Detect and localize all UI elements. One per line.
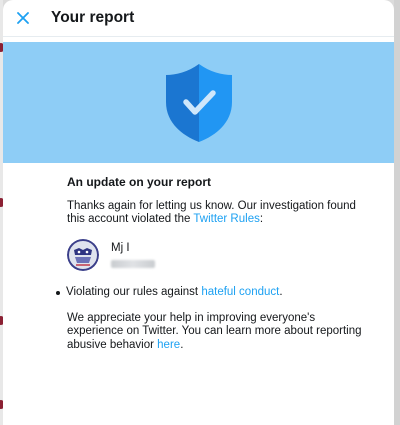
here-link[interactable]: here [157, 339, 180, 351]
closing-end: . [180, 338, 184, 351]
report-dialog: Your report An update on your report Tha… [3, 0, 394, 425]
violation-item: Violating our rules against hateful cond… [56, 286, 356, 300]
reported-account: Mj I [67, 238, 394, 273]
account-info: Mj I [111, 239, 155, 273]
twitter-rules-link[interactable]: Twitter Rules [193, 213, 259, 225]
account-name: Mj I [111, 241, 130, 254]
closing-text: We appreciate your help in improving eve… [67, 312, 367, 353]
update-intro: Thanks again for letting us know. Our in… [67, 200, 367, 227]
report-banner [3, 42, 394, 163]
avatar [67, 238, 99, 271]
bullet [56, 291, 60, 295]
update-title: An update on your report [67, 175, 211, 189]
dialog-title: Your report [51, 9, 135, 26]
shield-check-icon [165, 63, 232, 142]
violation-text: Violating our rules against [66, 286, 202, 298]
violation-end: . [279, 286, 283, 298]
report-content: An update on your report Thanks again fo… [3, 163, 394, 352]
account-handle-redacted [111, 259, 155, 268]
backdrop-right [394, 0, 400, 425]
closing-body: We appreciate your help in improving eve… [67, 311, 362, 351]
intro-end: : [259, 213, 264, 225]
hateful-conduct-link[interactable]: hateful conduct [201, 286, 279, 298]
close-icon[interactable] [17, 12, 29, 24]
dialog-header: Your report [3, 0, 394, 37]
close-button[interactable] [3, 0, 43, 37]
